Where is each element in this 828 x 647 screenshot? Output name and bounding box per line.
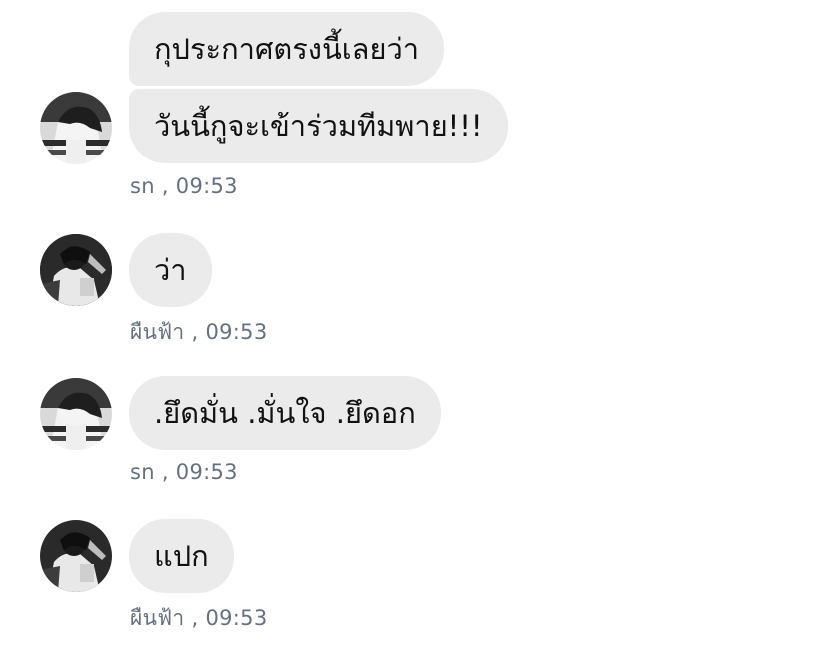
message-text: แปก: [154, 539, 209, 573]
message-bubble[interactable]: แปก: [129, 519, 234, 593]
message-meta: sn , 09:53: [130, 174, 238, 198]
message-text: .ยึดมั่น .มั่นใจ .ยึดอก: [154, 396, 416, 430]
message-text: กุประกาศตรงนี้เลยว่า: [154, 32, 420, 66]
message-meta: sn , 09:53: [130, 460, 238, 484]
message-time: 09:53: [205, 320, 268, 344]
message-time: 09:53: [205, 606, 268, 630]
sender-name: sn: [130, 174, 155, 198]
message-text: ว่า: [154, 253, 187, 287]
meta-separator: ,: [154, 174, 176, 198]
meta-separator: ,: [154, 460, 176, 484]
message-time: 09:53: [175, 460, 238, 484]
meta-separator: ,: [184, 320, 206, 344]
avatar-phuenfa-image: [40, 234, 112, 306]
avatar[interactable]: [40, 378, 112, 450]
avatar[interactable]: [40, 520, 112, 592]
message-text: วันนี้กูจะเข้าร่วมทีมพาย!!!: [154, 109, 483, 143]
message-bubble[interactable]: ว่า: [129, 233, 212, 307]
message-time: 09:53: [175, 174, 238, 198]
message-bubble[interactable]: .ยึดมั่น .มั่นใจ .ยึดอก: [129, 376, 441, 450]
avatar-sn-image: [40, 92, 112, 164]
message-bubble[interactable]: วันนี้กูจะเข้าร่วมทีมพาย!!!: [129, 89, 508, 163]
sender-name: ผืนฟ้า: [130, 606, 185, 630]
avatar[interactable]: [40, 234, 112, 306]
message-meta: ผืนฟ้า , 09:53: [130, 602, 268, 635]
avatar-phuenfa-image: [40, 520, 112, 592]
avatar[interactable]: [40, 92, 112, 164]
sender-name: sn: [130, 460, 155, 484]
message-bubble[interactable]: กุประกาศตรงนี้เลยว่า: [129, 12, 445, 86]
avatar-sn-image: [40, 378, 112, 450]
meta-separator: ,: [184, 606, 206, 630]
message-meta: ผืนฟ้า , 09:53: [130, 316, 268, 349]
sender-name: ผืนฟ้า: [130, 320, 185, 344]
